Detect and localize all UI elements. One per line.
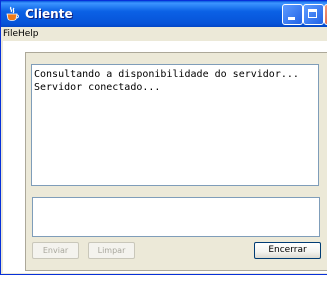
log-line: Servidor conectado... xyxy=(34,82,161,93)
message-input[interactable] xyxy=(32,197,320,237)
message-log[interactable]: Consultando a disponibilidade do servido… xyxy=(31,64,319,186)
menu-file[interactable]: File xyxy=(3,28,18,40)
log-line: Consultando a disponibilidade do servido… xyxy=(34,69,299,80)
clear-button[interactable]: Limpar xyxy=(88,242,135,259)
minimize-button[interactable] xyxy=(282,4,303,25)
window-title: Cliente xyxy=(25,7,73,21)
java-cup-icon xyxy=(5,6,20,22)
menu-bar: File Help xyxy=(1,27,327,41)
disconnect-button[interactable]: Encerrar xyxy=(254,242,321,259)
maximize-icon xyxy=(308,9,317,18)
menu-help[interactable]: Help xyxy=(18,28,39,40)
client-window: Cliente File Help Consultando a disponib… xyxy=(0,0,327,275)
minimize-icon xyxy=(288,17,295,20)
title-bar[interactable]: Cliente xyxy=(1,1,327,27)
send-button[interactable]: Enviar xyxy=(32,242,79,259)
maximize-button[interactable] xyxy=(303,4,324,25)
